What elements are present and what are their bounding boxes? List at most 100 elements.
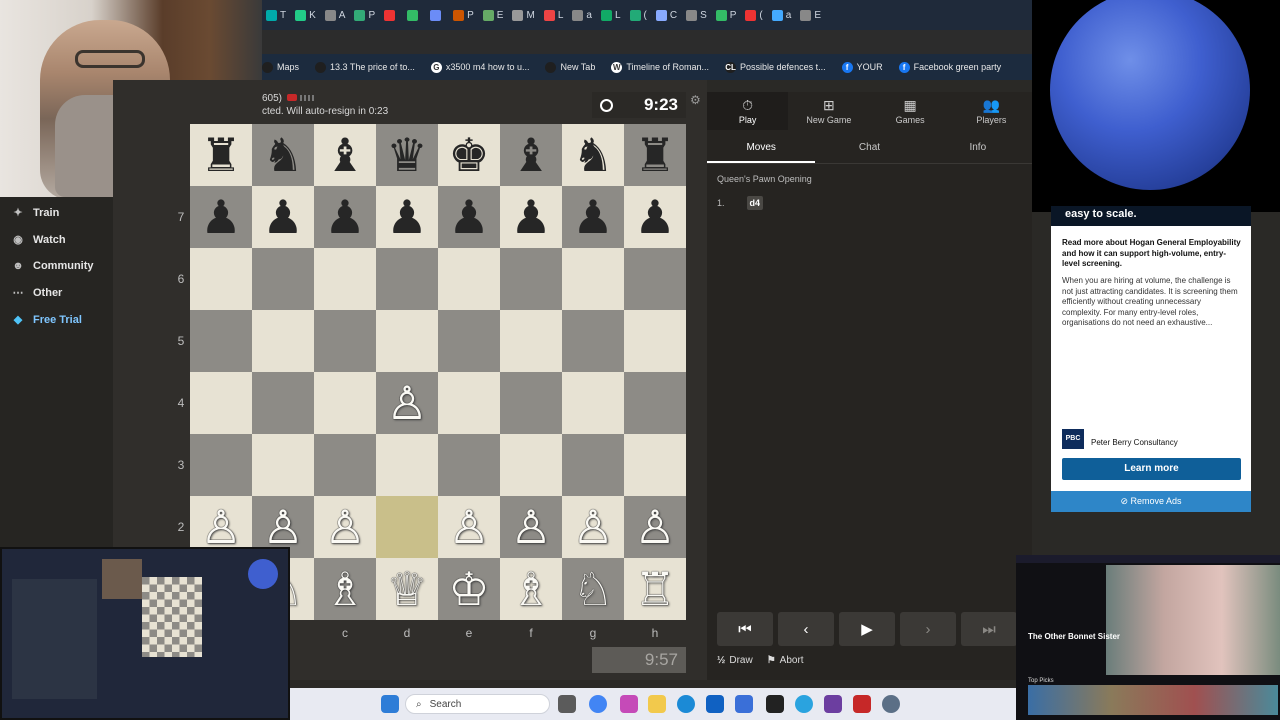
folder-icon[interactable]	[648, 695, 666, 713]
sidebar-item-other[interactable]: ⋯ Other	[0, 280, 113, 307]
white-king-icon[interactable]: ♔	[448, 558, 489, 620]
square-f2[interactable]: ♙	[500, 496, 562, 558]
black-pawn-icon[interactable]: ♟	[510, 186, 551, 248]
browser-tab[interactable]: (	[629, 9, 647, 21]
prev-move-button[interactable]: ‹	[778, 612, 834, 646]
white-bishop-icon[interactable]: ♗	[510, 558, 551, 620]
black-knight-icon[interactable]: ♞	[262, 124, 303, 186]
square-d7[interactable]: ♟	[376, 186, 438, 248]
square-b6[interactable]	[252, 248, 314, 310]
white-pawn-icon[interactable]: ♙	[572, 496, 613, 558]
tab-play[interactable]: ⏱ Play	[707, 92, 789, 130]
square-g5[interactable]	[562, 310, 624, 372]
black-pawn-icon[interactable]: ♟	[324, 186, 365, 248]
square-d5[interactable]	[376, 310, 438, 372]
black-pawn-icon[interactable]: ♟	[386, 186, 427, 248]
browser-tab[interactable]: (	[745, 9, 763, 21]
white-rook-icon[interactable]: ♖	[634, 558, 675, 620]
settings-icon[interactable]	[882, 695, 900, 713]
square-e7[interactable]: ♟	[438, 186, 500, 248]
sidebar-item-community[interactable]: ☻ Community	[0, 253, 113, 280]
move-white[interactable]: d4	[746, 196, 764, 210]
square-a6[interactable]	[190, 248, 252, 310]
browser-tab[interactable]	[407, 9, 421, 21]
obs-icon[interactable]	[766, 695, 784, 713]
black-rook-icon[interactable]: ♜	[634, 124, 675, 186]
chrome-icon[interactable]	[589, 695, 607, 713]
browser-tab[interactable]: E	[800, 9, 821, 21]
square-f3[interactable]	[500, 434, 562, 496]
browser-tab[interactable]: A	[324, 9, 345, 21]
media-icon[interactable]	[824, 695, 842, 713]
square-b8[interactable]: ♞	[252, 124, 314, 186]
browser-tab[interactable]: P	[453, 9, 474, 21]
chess-board[interactable]: ♜♞♝♛♚♝♞♜♟♟♟♟♟♟♟♟♙♙♙♙♙♙♙♙♖♘♗♕♔♗♘♖	[190, 124, 686, 620]
white-knight-icon[interactable]: ♘	[572, 558, 613, 620]
browser-tab[interactable]: a	[771, 9, 791, 21]
black-queen-icon[interactable]: ♛	[386, 124, 427, 186]
gear-icon[interactable]: ⚙	[690, 93, 704, 107]
lightning-icon[interactable]	[853, 695, 871, 713]
square-c1[interactable]: ♗	[314, 558, 376, 620]
bookmark[interactable]: Gx3500 m4 how to u...	[430, 61, 529, 73]
browser-tab[interactable]: C	[655, 9, 677, 21]
square-g1[interactable]: ♘	[562, 558, 624, 620]
square-g8[interactable]: ♞	[562, 124, 624, 186]
bookmark[interactable]: New Tab	[545, 61, 595, 73]
browser-tab[interactable]	[430, 9, 444, 21]
black-king-icon[interactable]: ♚	[448, 124, 489, 186]
square-c5[interactable]	[314, 310, 376, 372]
square-e5[interactable]	[438, 310, 500, 372]
square-h3[interactable]	[624, 434, 686, 496]
square-g4[interactable]	[562, 372, 624, 434]
square-b7[interactable]: ♟	[252, 186, 314, 248]
outlook-icon[interactable]	[706, 695, 724, 713]
white-pawn-icon[interactable]: ♙	[510, 496, 551, 558]
last-move-button[interactable]: ⏭	[961, 612, 1017, 646]
square-h5[interactable]	[624, 310, 686, 372]
square-d2[interactable]	[376, 496, 438, 558]
square-c7[interactable]: ♟	[314, 186, 376, 248]
square-e2[interactable]: ♙	[438, 496, 500, 558]
black-pawn-icon[interactable]: ♟	[448, 186, 489, 248]
square-f6[interactable]	[500, 248, 562, 310]
app-icon[interactable]	[620, 695, 638, 713]
square-c6[interactable]	[314, 248, 376, 310]
square-h1[interactable]: ♖	[624, 558, 686, 620]
white-pawn-icon[interactable]: ♙	[386, 372, 427, 434]
bookmark[interactable]: CL Possible defences t...	[725, 61, 826, 73]
square-h7[interactable]: ♟	[624, 186, 686, 248]
browser-tab[interactable]: M	[512, 9, 535, 21]
tab-new-game[interactable]: ⊞ New Game	[788, 92, 869, 130]
browser-tab[interactable]	[384, 9, 398, 21]
subtab-info[interactable]: Info	[924, 134, 1032, 163]
remove-ads-button[interactable]: ⊘ Remove Ads	[1051, 491, 1251, 512]
square-c3[interactable]	[314, 434, 376, 496]
square-a4[interactable]	[190, 372, 252, 434]
square-h8[interactable]: ♜	[624, 124, 686, 186]
task-view-icon[interactable]	[558, 695, 576, 713]
square-e4[interactable]	[438, 372, 500, 434]
bookmark[interactable]: 13.3 The price of to...	[315, 61, 415, 73]
abort-button[interactable]: ⚑ Abort	[767, 655, 804, 666]
bookmark[interactable]: W Timeline of Roman...	[611, 61, 709, 73]
bookmark[interactable]: f Facebook green party	[898, 61, 1001, 73]
square-b3[interactable]	[252, 434, 314, 496]
square-f4[interactable]	[500, 372, 562, 434]
square-d8[interactable]: ♛	[376, 124, 438, 186]
square-c2[interactable]: ♙	[314, 496, 376, 558]
square-e3[interactable]	[438, 434, 500, 496]
telegram-icon[interactable]	[795, 695, 813, 713]
square-f7[interactable]: ♟	[500, 186, 562, 248]
browser-tab[interactable]: a	[572, 9, 592, 21]
square-g7[interactable]: ♟	[562, 186, 624, 248]
browser-tab[interactable]: T	[266, 9, 286, 21]
first-move-button[interactable]: ⏮	[717, 612, 773, 646]
black-pawn-icon[interactable]: ♟	[200, 186, 241, 248]
square-d3[interactable]	[376, 434, 438, 496]
square-b4[interactable]	[252, 372, 314, 434]
square-e1[interactable]: ♔	[438, 558, 500, 620]
square-h2[interactable]: ♙	[624, 496, 686, 558]
next-move-button[interactable]: ›	[900, 612, 956, 646]
square-g3[interactable]	[562, 434, 624, 496]
